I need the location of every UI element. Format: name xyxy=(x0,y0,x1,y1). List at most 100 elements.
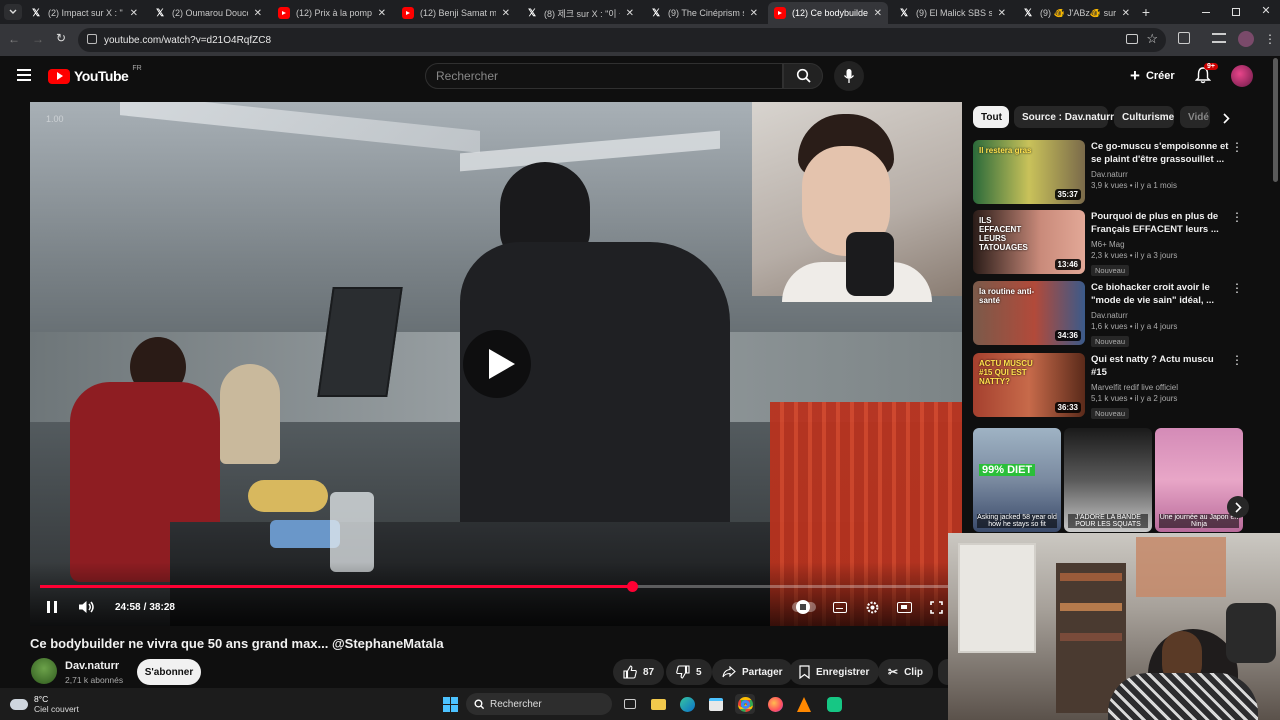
new-tab-button[interactable]: + xyxy=(1138,4,1154,20)
bookmark-star-icon[interactable]: ☆ xyxy=(1146,31,1158,47)
big-play-button[interactable] xyxy=(463,330,531,398)
close-tab-icon[interactable]: ✕ xyxy=(998,8,1006,19)
forward-button[interactable]: → xyxy=(32,32,46,46)
tab-list-dropdown[interactable] xyxy=(4,4,22,20)
volume-button[interactable] xyxy=(78,598,96,616)
channel-avatar[interactable] xyxy=(31,658,57,684)
video-thumbnail[interactable]: ILS EFFACENT LEURS TATOUAGES 13:46 xyxy=(973,210,1085,274)
share-button[interactable]: Partager xyxy=(712,659,793,685)
chrome-browser-icon[interactable] xyxy=(735,694,755,714)
edge-browser-icon[interactable] xyxy=(677,694,697,714)
browser-menu-icon[interactable]: ⋮ xyxy=(1264,31,1276,47)
task-view-icon[interactable] xyxy=(620,694,640,714)
subtitles-button[interactable] xyxy=(832,598,848,616)
back-button[interactable]: ← xyxy=(8,32,22,46)
browser-tab[interactable]: 𝕏 (9) El Malick SBS su ✕ xyxy=(892,2,1012,24)
settings-button[interactable] xyxy=(864,598,880,616)
shorts-next-button[interactable] xyxy=(1227,496,1249,518)
maximize-button[interactable] xyxy=(1230,6,1242,18)
more-options-icon[interactable]: ⋮ xyxy=(1231,353,1243,367)
recommended-video[interactable]: Il restera gras 35:37 Ce go-muscu s'empois… xyxy=(973,140,1263,204)
subscribe-button[interactable]: S'abonner xyxy=(137,659,201,685)
youtube-logo[interactable]: YouTube FR xyxy=(48,65,142,85)
like-button[interactable]: 87 xyxy=(613,659,665,685)
chips-next-button[interactable] xyxy=(1218,108,1234,128)
voice-search-button[interactable] xyxy=(834,61,864,91)
video-title[interactable]: Ce biohacker croit avoir le "mode de vie… xyxy=(1091,281,1231,307)
vlc-player-icon[interactable] xyxy=(794,694,814,714)
minimize-button[interactable] xyxy=(1200,6,1212,18)
close-tab-icon[interactable]: ✕ xyxy=(750,8,758,19)
video-thumbnail[interactable]: Il restera gras 35:37 xyxy=(973,140,1085,204)
microsoft-store-icon[interactable] xyxy=(706,694,726,714)
notifications-button[interactable]: 9+ xyxy=(1194,63,1218,86)
chat-app-icon[interactable] xyxy=(824,694,844,714)
cast-icon[interactable] xyxy=(1126,34,1138,44)
close-tab-icon[interactable]: ✕ xyxy=(130,8,138,19)
progress-bar[interactable] xyxy=(40,581,952,592)
channel-name[interactable]: M6+ Mag xyxy=(1091,240,1231,249)
video-title[interactable]: Qui est natty ? Actu muscu #15 xyxy=(1091,353,1231,379)
page-scrollbar[interactable] xyxy=(1273,58,1278,182)
close-tab-icon[interactable]: ✕ xyxy=(626,8,634,19)
save-button[interactable]: Enregistrer xyxy=(789,659,880,685)
channel-name[interactable]: Dav.naturr xyxy=(1091,170,1231,179)
more-options-icon[interactable]: ⋮ xyxy=(1231,140,1243,154)
media-controls-icon[interactable] xyxy=(1212,33,1226,43)
weather-widget[interactable]: 8°C Ciel couvert xyxy=(10,692,79,716)
clip-button[interactable]: ✂ Clip xyxy=(878,659,933,685)
browser-tab[interactable]: 𝕏 (2) Impact sur X : " ✕ xyxy=(24,2,144,24)
more-options-icon[interactable]: ⋮ xyxy=(1231,281,1243,295)
dislike-button[interactable]: 5 xyxy=(666,659,712,685)
site-info-icon[interactable] xyxy=(87,34,97,44)
filter-chip[interactable]: Tout xyxy=(973,106,1009,128)
video-title[interactable]: Ce go-muscu s'empoisonne et se plaint d'… xyxy=(1091,140,1231,166)
extensions-icon[interactable] xyxy=(1178,32,1190,44)
search-input[interactable]: Rechercher xyxy=(425,63,783,89)
autoplay-toggle[interactable] xyxy=(790,598,818,616)
profile-avatar[interactable] xyxy=(1238,31,1254,47)
create-button[interactable]: + Créer xyxy=(1130,66,1175,86)
browser-tab[interactable]: 𝕏 (9) 🐠 J'ABz🐠 sur X ✕ xyxy=(1016,2,1136,24)
close-window-button[interactable]: ✕ xyxy=(1260,4,1272,18)
close-tab-icon[interactable]: ✕ xyxy=(1122,8,1130,19)
more-actions-button[interactable] xyxy=(938,659,948,685)
browser-tab[interactable]: (12) Prix à la pompe ✕ xyxy=(272,2,392,24)
short-thumbnail[interactable]: Une journée au Japon en Ninja xyxy=(1155,428,1243,532)
video-player[interactable]: 1.00 xyxy=(30,102,962,626)
browser-tab[interactable]: 𝕏 (2) Oumarou Doucou ✕ xyxy=(148,2,268,24)
channel-name[interactable]: Dav.naturr xyxy=(65,660,119,672)
filter-chip[interactable]: Source : Dav.naturr xyxy=(1014,106,1114,128)
channel-name[interactable]: Marvelfit redif live officiel xyxy=(1091,383,1231,392)
more-options-icon[interactable]: ⋮ xyxy=(1231,210,1243,224)
browser-tab[interactable]: 𝕏 (9) The Cinéprism sur ✕ xyxy=(644,2,764,24)
browser-tab[interactable]: (12) Benji Samat m'a ✕ xyxy=(396,2,516,24)
address-bar[interactable]: youtube.com/watch?v=d21O4RqfZC8 ☆ xyxy=(78,28,1166,52)
firefox-browser-icon[interactable] xyxy=(765,694,785,714)
reload-button[interactable]: ↻ xyxy=(56,31,70,45)
close-tab-icon[interactable]: ✕ xyxy=(378,8,386,19)
channel-name[interactable]: Dav.naturr xyxy=(1091,311,1231,320)
hamburger-menu-icon[interactable] xyxy=(17,69,31,81)
recommended-video[interactable]: ILS EFFACENT LEURS TATOUAGES 13:46 Pourquo… xyxy=(973,210,1263,276)
filter-chip[interactable]: Vidé xyxy=(1180,106,1210,128)
video-thumbnail[interactable]: ACTU MUSCU #15 QUI EST NATTY? 36:33 xyxy=(973,353,1085,417)
taskbar-search[interactable]: Rechercher xyxy=(466,693,612,715)
short-thumbnail[interactable]: 99% DIET Asking jacked 58 year old how he… xyxy=(973,428,1061,532)
progress-scrubber-handle[interactable] xyxy=(627,581,638,592)
video-title[interactable]: Pourquoi de plus en plus de Français EFF… xyxy=(1091,210,1231,236)
browser-tab[interactable]: (12) Ce bodybuilder ✕ xyxy=(768,2,888,24)
video-thumbnail[interactable]: la routine anti-santé 34:36 xyxy=(973,281,1085,345)
filter-chip[interactable]: Culturisme xyxy=(1114,106,1174,128)
close-tab-icon[interactable]: ✕ xyxy=(254,8,262,19)
miniplayer-button[interactable] xyxy=(896,598,912,616)
windows-start-button[interactable] xyxy=(440,694,460,714)
fullscreen-button[interactable] xyxy=(928,598,944,616)
short-thumbnail[interactable]: J'ADORE LA BANDE POUR LES SQUATS xyxy=(1064,428,1152,532)
browser-tab[interactable]: 𝕏 (8) 제크 sur X : "이 등 ✕ xyxy=(520,2,640,24)
recommended-video[interactable]: ACTU MUSCU #15 QUI EST NATTY? 36:33 Qui es… xyxy=(973,353,1263,419)
close-tab-icon[interactable]: ✕ xyxy=(874,8,882,19)
search-button[interactable] xyxy=(783,63,823,89)
recommended-video[interactable]: la routine anti-santé 34:36 Ce biohacker c… xyxy=(973,281,1263,347)
account-avatar[interactable] xyxy=(1231,65,1253,87)
